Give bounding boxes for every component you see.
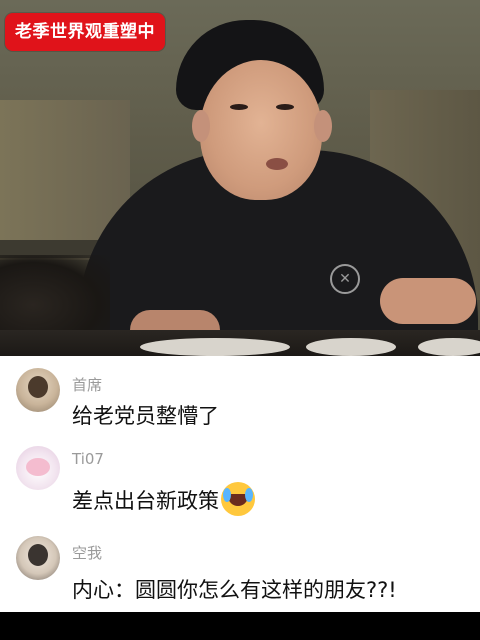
commenter-avatar[interactable] [16, 446, 60, 490]
person-eye [230, 104, 248, 110]
bottom-bar [0, 612, 480, 640]
overlay-title-badge: 老季世界观重塑中 [5, 13, 165, 51]
shirt-logo-icon: ✕ [330, 264, 360, 294]
person-face [200, 60, 322, 200]
person-ear [192, 110, 210, 142]
commenter-username[interactable]: 空我 [72, 542, 102, 563]
comment-list: 首席 给老党员整懵了 Ti07 差点出台新政策 空我 内心：圆圆你怎么有这样的朋… [0, 356, 480, 612]
person-eye [276, 104, 294, 110]
plate [306, 338, 396, 356]
commenter-avatar[interactable] [16, 536, 60, 580]
plate [418, 338, 480, 356]
comment-text-row: 差点出台新政策 [72, 482, 255, 516]
commenter-username[interactable]: Ti07 [72, 450, 104, 468]
commenter-avatar[interactable] [16, 368, 60, 412]
person-mouth [266, 158, 288, 170]
person-hand [380, 278, 476, 324]
comment-text: 给老党员整懵了 [72, 404, 219, 428]
comment-text: 差点出台新政策 [72, 489, 219, 513]
commenter-username[interactable]: 首席 [72, 374, 102, 395]
comment-text: 内心：圆圆你怎么有这样的朋友??! [72, 578, 397, 602]
person-ear [314, 110, 332, 142]
plate [140, 338, 290, 356]
video-frame[interactable]: ✕ 老季世界观重塑中 [0, 0, 480, 356]
rolling-laughing-emoji-icon [221, 482, 255, 516]
